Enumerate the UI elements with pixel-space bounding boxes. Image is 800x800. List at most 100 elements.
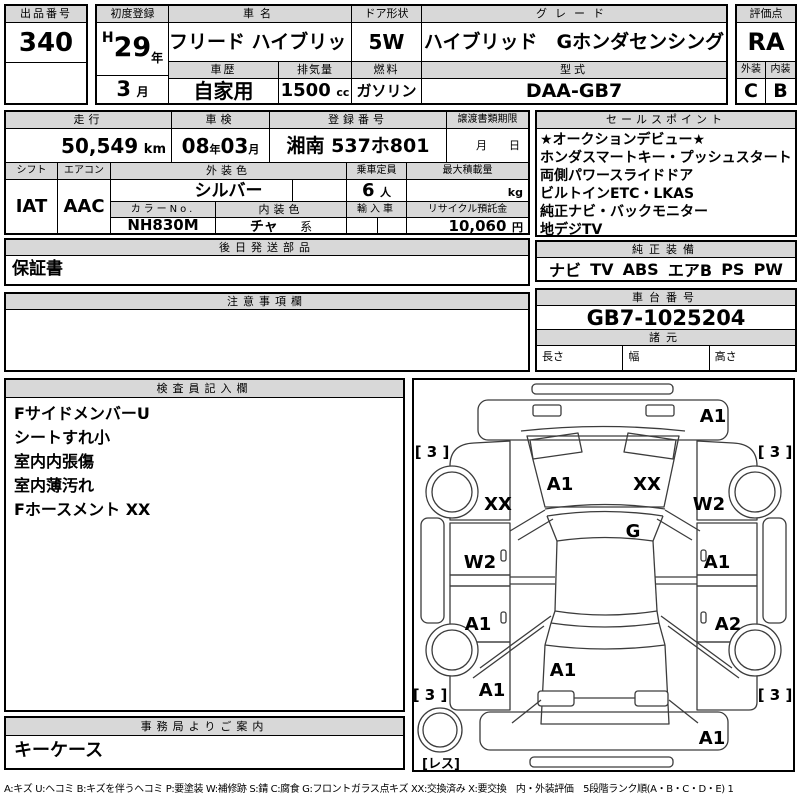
sales-point-line: ビルトインETC・LKAS — [540, 186, 695, 202]
length-label: 長さ — [537, 346, 624, 370]
inspector-line: 室内薄汚れ — [14, 476, 95, 495]
mileage-value: 50,549 km — [6, 129, 172, 163]
reg-month: 3 — [116, 77, 132, 101]
diagram-mark: A2 — [715, 614, 741, 635]
int-color-text: チャ — [249, 219, 278, 234]
office-value: キーケース — [14, 740, 104, 761]
score-block: 評価点 RA 外装 内装 C B — [735, 4, 797, 105]
exterior-grade: C — [737, 79, 766, 103]
score-header: 評価点 — [737, 6, 795, 23]
import-value — [347, 218, 407, 233]
chassis-header: 車台番号 — [537, 290, 795, 306]
era-year: 29 — [113, 32, 152, 63]
diagram-mark: [レス] — [422, 757, 460, 770]
inspector-line: FサイドメンバーU — [14, 404, 150, 423]
interior-grade: B — [773, 80, 788, 102]
inspector-block: 検査員記入欄 FサイドメンバーU シートすれ小 室内内張傷 室内薄汚れ Fホース… — [4, 378, 405, 712]
sales-point-line: ホンダスマートキー・プッシュスタート — [540, 150, 792, 166]
inspector-line: シートすれ小 — [14, 428, 111, 447]
legend-text: A:キズ U:ヘコミ B:キズを伴うヘコミ P:要塗装 W:補修跡 S:錆 C:… — [4, 784, 734, 795]
capacity-unit: 人 — [380, 186, 392, 199]
wheels — [417, 465, 782, 753]
capacity-value: 6 人 — [347, 180, 407, 202]
disp-number: 1500 — [280, 80, 331, 101]
equipment-item: PS — [721, 259, 745, 279]
int-color-unit: 系 — [300, 220, 313, 233]
height-label: 高さ — [714, 350, 737, 363]
exterior-header: 外装 — [737, 62, 766, 79]
first-reg-header: 初度登録 — [97, 6, 169, 23]
lot-block: 出品番号 340 — [4, 4, 88, 105]
mileage-header: 走行 — [6, 112, 172, 129]
diagram-mark: A1 — [699, 728, 725, 749]
payload-value: kg — [407, 180, 528, 202]
equipment-item: エアB — [667, 261, 713, 280]
shaken-year: 08 — [181, 134, 210, 158]
transfer-value: 月 日 — [447, 129, 528, 163]
diagram-mark: XX — [484, 494, 512, 515]
width-label: 幅 — [623, 346, 710, 370]
score-value: RA — [737, 23, 795, 62]
diagram-block: A1 [ 3 ] [ 3 ] A1 XX XX W2 G W2 A1 A1 A2 A1 A1 [ 3 ] [ … — [412, 378, 795, 772]
sales-point-line: 地デジTV — [540, 222, 603, 238]
transfer-header: 譲渡書類期限 — [447, 112, 528, 129]
lot-empty — [6, 63, 86, 103]
shift-value: IAT — [6, 180, 58, 233]
office-block: 事務局よりご案内 キーケース — [4, 716, 405, 770]
color-no-value: NH830M — [111, 218, 216, 233]
fuel-header: 燃料 — [352, 62, 422, 79]
diagram-mark: A1 — [547, 474, 573, 495]
diagram-mark: A1 — [479, 680, 505, 701]
history-header: 車歴 — [169, 62, 279, 79]
mileage-number: 50,549 — [61, 134, 139, 158]
sales-point-line: ★オークションデビュー★ — [540, 132, 706, 148]
chassis-block: 車台番号 GB7-1025204 諸元 長さ 幅 高さ — [535, 288, 797, 372]
caution-block: 注意事項欄 — [4, 292, 530, 372]
disp-unit: cc — [336, 86, 350, 99]
aircon-value: AAC — [58, 180, 111, 233]
diagram-mark: XX — [633, 474, 661, 495]
capacity-header: 乗車定員 — [347, 163, 407, 180]
inspector-header: 検査員記入欄 — [6, 380, 403, 398]
grade-value: ハイブリッド Gホンダセンシング — [422, 23, 726, 62]
spec-header: 諸元 — [537, 330, 795, 346]
mileage-unit: km — [143, 142, 166, 157]
grade-header: グレード — [422, 6, 726, 23]
shaken-month-unit: 月 — [248, 143, 260, 156]
plate-value: 湘南 537ホ801 — [270, 129, 447, 163]
era-letter: H — [101, 30, 114, 46]
diagram-mark: A1 — [465, 614, 491, 635]
later-parts-block: 後日発送部品 保証書 — [4, 238, 530, 286]
caution-header: 注意事項欄 — [6, 294, 528, 310]
year-unit: 年 — [151, 51, 164, 65]
recycle-header: リサイクル預託金 — [407, 202, 528, 218]
history-value: 自家用 — [169, 79, 279, 103]
details-block: 走行 車検 登録番号 譲渡書類期限 50,549 km 08年03月 湘南 53… — [4, 110, 530, 235]
chassis-number: GB7-1025204 — [537, 306, 795, 330]
fuel-value: ガソリン — [352, 79, 422, 103]
name-header: 車名 — [169, 6, 352, 23]
equipment-item: ナビ — [549, 261, 582, 280]
spec-row: 長さ 幅 高さ — [537, 346, 795, 370]
doors-value: 5W — [352, 23, 422, 62]
diagram-mark: [ 3 ] — [758, 686, 793, 704]
vehicle-block: 初度登録 H29年 3 月 車名 フリード ハイブリッド 車歴 排気量 自家用 … — [95, 4, 728, 105]
ext-color-text: シルバー — [194, 181, 263, 201]
diagram-mark: W2 — [464, 552, 496, 573]
later-parts-value: 保証書 — [12, 259, 63, 279]
shaken-header: 車検 — [172, 112, 270, 129]
import-divider — [377, 218, 378, 233]
equipment-block: 純正装備 ナビ TV ABS エアB PS PW — [535, 240, 797, 282]
car-diagram-svg: A1 [ 3 ] [ 3 ] A1 XX XX W2 G W2 A1 A1 A2 A1 A1 [ 3 ] [ … — [413, 383, 793, 772]
doors-header: ドア形状 — [352, 6, 422, 23]
sales-point-line: 純正ナビ・バックモニター — [540, 204, 708, 220]
equipment-list: ナビ TV ABS エアB PS PW — [537, 258, 795, 281]
shift-header: シフト — [6, 163, 58, 180]
equipment-item: ABS — [622, 259, 659, 279]
month-unit: 月 — [136, 85, 149, 99]
car-outline — [417, 383, 787, 768]
equipment-item: TV — [590, 259, 614, 279]
shaken-month: 03 — [220, 134, 249, 158]
diagram-mark: W2 — [693, 494, 725, 515]
capacity-number: 6 — [361, 180, 375, 201]
